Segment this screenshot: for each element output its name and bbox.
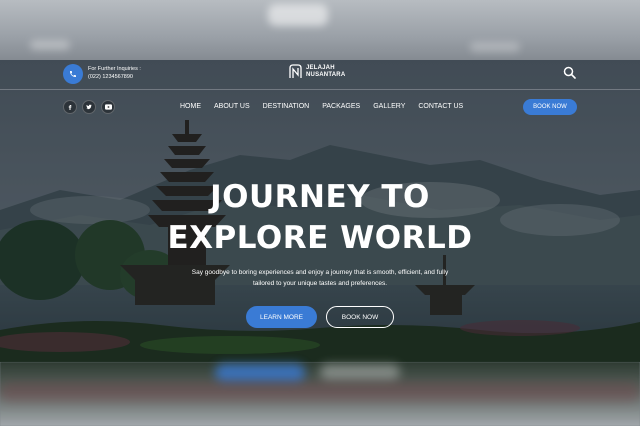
youtube-icon[interactable]	[101, 100, 115, 114]
twitter-icon[interactable]	[82, 100, 96, 114]
hero-subtitle: Say goodbye to boring experiences and en…	[160, 267, 480, 289]
logo-text: JELAJAH NUSANTARA	[306, 65, 345, 79]
nav-destination[interactable]: DESTINATION	[263, 103, 310, 110]
site-logo[interactable]: JELAJAH NUSANTARA	[289, 64, 345, 79]
hero-subtitle-line2: tailored to your unique tastes and prefe…	[252, 280, 388, 287]
blurred-background-bottom	[0, 362, 640, 426]
hero-title-line1: JOURNEY TO	[210, 179, 430, 215]
header-divider	[0, 89, 640, 90]
search-icon[interactable]	[563, 66, 576, 79]
inquiry-info: For Further Inquiries : (022) 1234567890	[88, 65, 141, 81]
book-now-hero-button[interactable]: BOOK NOW	[326, 306, 394, 328]
nav-home[interactable]: HOME	[180, 103, 201, 110]
nav-contact-us[interactable]: CONTACT US	[418, 103, 463, 110]
learn-more-button[interactable]: LEARN MORE	[246, 306, 317, 328]
logo-line1: JELAJAH	[306, 64, 335, 71]
nav-packages[interactable]: PACKAGES	[322, 103, 360, 110]
screenshot: For Further Inquiries : (022) 1234567890…	[0, 0, 640, 426]
blurred-background-top	[0, 0, 640, 60]
facebook-icon[interactable]	[63, 100, 77, 114]
inquiry-label: For Further Inquiries :	[88, 66, 141, 72]
logo-line2: NUSANTARA	[306, 71, 346, 78]
hero-subtitle-line1: Say goodbye to boring experiences and en…	[191, 269, 449, 276]
main-nav: HOME ABOUT US DESTINATION PACKAGES GALLE…	[180, 103, 463, 110]
phone-icon[interactable]	[63, 64, 83, 84]
phone-number[interactable]: (022) 1234567890	[88, 73, 141, 81]
hero-title-line2: EXPLORE WORLD	[167, 220, 473, 256]
logo-mark-icon	[289, 64, 302, 78]
nav-gallery[interactable]: GALLERY	[373, 103, 405, 110]
nav-about-us[interactable]: ABOUT US	[214, 103, 250, 110]
book-now-header-button[interactable]: BOOK NOW	[523, 99, 577, 115]
